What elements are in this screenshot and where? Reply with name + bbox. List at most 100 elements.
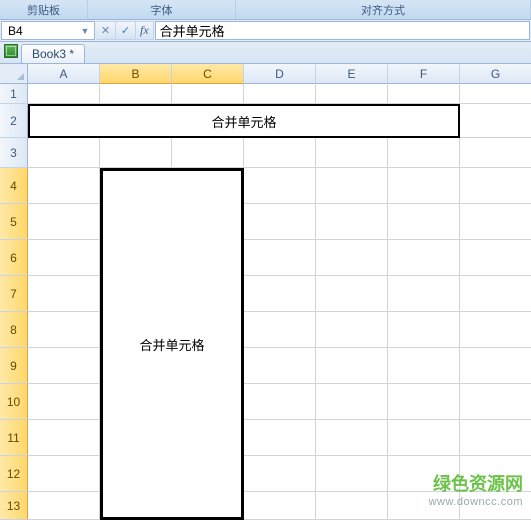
cell[interactable] [28, 456, 100, 492]
row-header-12[interactable]: 12 [0, 456, 28, 492]
cell[interactable] [460, 84, 531, 104]
row-header-6[interactable]: 6 [0, 240, 28, 276]
row-header-2[interactable]: 2 [0, 104, 28, 138]
cell[interactable] [460, 348, 531, 384]
cell[interactable] [244, 204, 316, 240]
row-header-13[interactable]: 13 [0, 492, 28, 520]
cell[interactable] [28, 204, 100, 240]
cell[interactable] [28, 492, 100, 520]
cell[interactable] [460, 240, 531, 276]
cell[interactable] [388, 204, 460, 240]
cell[interactable] [460, 276, 531, 312]
workbook-tab[interactable]: Book3 * [21, 44, 85, 63]
cell[interactable] [460, 456, 531, 492]
row-header-3[interactable]: 3 [0, 138, 28, 168]
col-header-B[interactable]: B [100, 64, 172, 84]
cell[interactable] [28, 276, 100, 312]
ribbon-group-font[interactable]: 字体 [88, 0, 236, 19]
cell[interactable] [244, 312, 316, 348]
col-header-G[interactable]: G [460, 64, 531, 84]
cell[interactable] [316, 384, 388, 420]
cell[interactable] [316, 492, 388, 520]
cell[interactable] [316, 348, 388, 384]
cell[interactable] [316, 240, 388, 276]
cell[interactable] [316, 84, 388, 104]
fx-icon[interactable]: fx [136, 23, 153, 38]
cell[interactable] [28, 240, 100, 276]
col-header-C[interactable]: C [172, 64, 244, 84]
col-header-D[interactable]: D [244, 64, 316, 84]
cell[interactable] [316, 312, 388, 348]
merged-cell-horizontal[interactable]: 合并单元格 [28, 104, 460, 138]
cell[interactable] [244, 384, 316, 420]
cell[interactable] [388, 348, 460, 384]
col-header-F[interactable]: F [388, 64, 460, 84]
cell[interactable] [244, 84, 316, 104]
name-box-dropdown-icon[interactable]: ▼ [78, 22, 92, 39]
cell[interactable] [388, 240, 460, 276]
cell[interactable] [244, 420, 316, 456]
cell[interactable] [244, 240, 316, 276]
cell[interactable] [316, 456, 388, 492]
cell[interactable] [388, 276, 460, 312]
row-header-4[interactable]: 4 [0, 168, 28, 204]
cell[interactable] [172, 138, 244, 168]
row-header-8[interactable]: 8 [0, 312, 28, 348]
cell[interactable] [100, 84, 172, 104]
spreadsheet-grid[interactable]: A B C D E F G 1 2 合并单元格 3 4 合并单元格 5 6 7 [0, 64, 531, 520]
cell[interactable] [316, 276, 388, 312]
cell[interactable] [388, 492, 460, 520]
row-header-9[interactable]: 9 [0, 348, 28, 384]
cell[interactable] [388, 312, 460, 348]
cell[interactable] [460, 384, 531, 420]
cell[interactable] [388, 456, 460, 492]
cell[interactable] [244, 138, 316, 168]
cell[interactable] [316, 168, 388, 204]
cell[interactable] [460, 312, 531, 348]
row-header-5[interactable]: 5 [0, 204, 28, 240]
cell[interactable] [244, 276, 316, 312]
cell[interactable] [28, 138, 100, 168]
select-all-corner[interactable] [0, 64, 28, 84]
cancel-button[interactable]: ✕ [96, 22, 116, 39]
cell[interactable] [460, 138, 531, 168]
cell[interactable] [316, 204, 388, 240]
confirm-button[interactable]: ✓ [116, 22, 136, 39]
cell[interactable] [28, 312, 100, 348]
cell[interactable] [28, 420, 100, 456]
cell[interactable] [244, 168, 316, 204]
col-header-A[interactable]: A [28, 64, 100, 84]
name-box[interactable]: B4 ▼ [1, 21, 95, 40]
cell[interactable] [388, 168, 460, 204]
cell[interactable] [28, 168, 100, 204]
cell[interactable] [460, 104, 531, 138]
cell[interactable] [460, 168, 531, 204]
cell[interactable] [460, 204, 531, 240]
cell[interactable] [316, 420, 388, 456]
cell[interactable] [460, 420, 531, 456]
formula-controls: ✕ ✓ fx [96, 21, 154, 40]
cell[interactable] [388, 420, 460, 456]
cell[interactable] [28, 384, 100, 420]
row-header-7[interactable]: 7 [0, 276, 28, 312]
ribbon-group-align[interactable]: 对齐方式 [236, 0, 531, 19]
col-header-E[interactable]: E [316, 64, 388, 84]
cell[interactable] [28, 84, 100, 104]
row-header-10[interactable]: 10 [0, 384, 28, 420]
row-header-1[interactable]: 1 [0, 84, 28, 104]
formula-input[interactable]: 合并单元格 [155, 21, 530, 40]
cell[interactable] [460, 492, 531, 520]
row-header-11[interactable]: 11 [0, 420, 28, 456]
cell[interactable] [388, 84, 460, 104]
cell[interactable] [388, 384, 460, 420]
cell[interactable] [244, 348, 316, 384]
cell[interactable] [100, 138, 172, 168]
cell[interactable] [244, 492, 316, 520]
ribbon-group-clipboard[interactable]: 剪贴板 [0, 0, 88, 19]
cell[interactable] [172, 84, 244, 104]
merged-cell-vertical[interactable]: 合并单元格 [100, 168, 244, 520]
cell[interactable] [28, 348, 100, 384]
cell[interactable] [316, 138, 388, 168]
cell[interactable] [244, 456, 316, 492]
cell[interactable] [388, 138, 460, 168]
